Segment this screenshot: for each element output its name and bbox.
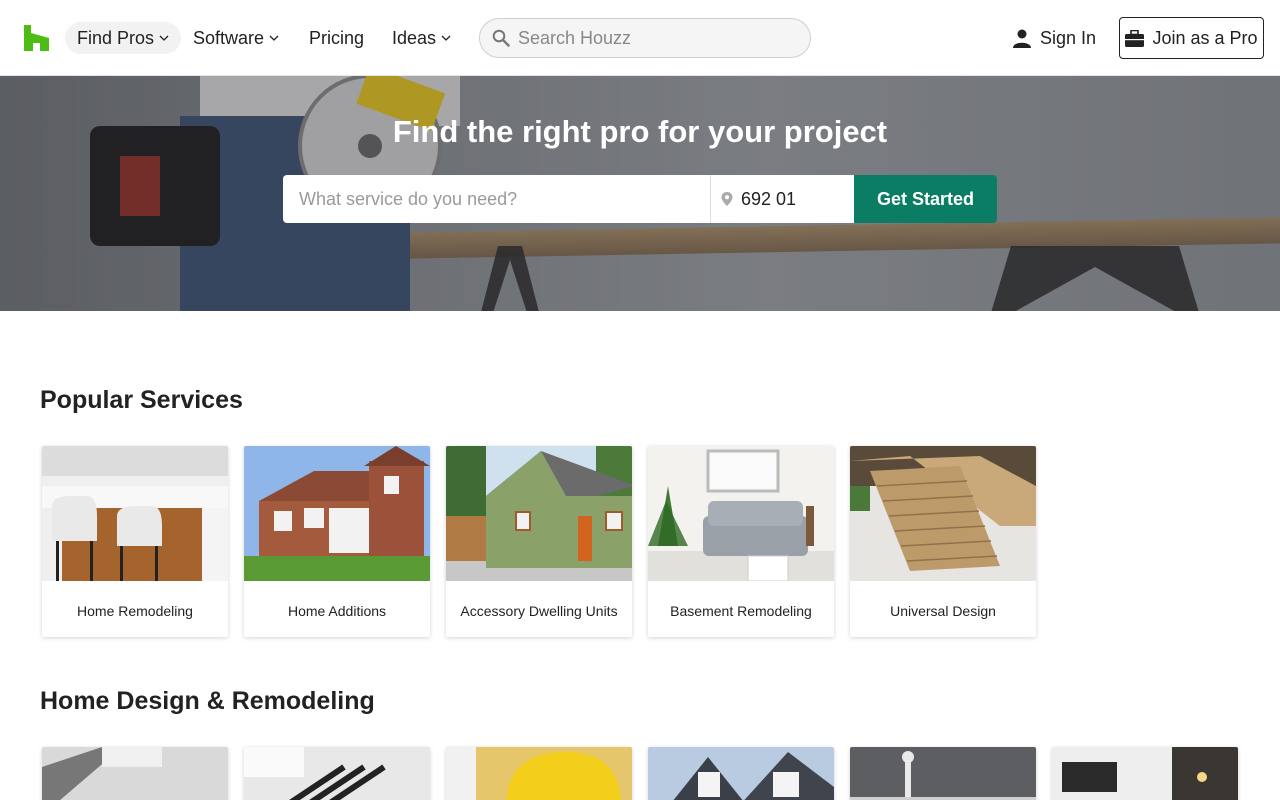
remodel-card-image <box>244 747 430 800</box>
remodel-card[interactable] <box>244 747 430 800</box>
sign-in-link[interactable]: Sign In <box>1012 22 1096 54</box>
location-pin-icon <box>721 192 733 206</box>
service-card-home-additions[interactable]: Home Additions <box>244 446 430 637</box>
service-input[interactable] <box>283 175 710 223</box>
chevron-down-icon <box>269 35 279 41</box>
remodel-card-image <box>446 747 632 800</box>
nav-pricing[interactable]: Pricing <box>309 22 364 54</box>
service-card-accessory-dwelling-units[interactable]: Accessory Dwelling Units <box>446 446 632 637</box>
houzz-logo-icon[interactable] <box>24 25 49 51</box>
remodel-card[interactable] <box>446 747 632 800</box>
find-pro-form: Get Started <box>283 175 997 223</box>
nav-software[interactable]: Software <box>193 22 279 54</box>
home-design-remodeling-title: Home Design & Remodeling <box>40 687 375 715</box>
nav-find-pros-label: Find Pros <box>77 27 155 48</box>
service-card-label: Home Additions <box>287 603 387 619</box>
remodel-card-image <box>42 747 228 800</box>
service-card-home-remodeling[interactable]: Home Remodeling <box>42 446 228 637</box>
hero-title: Find the right pro for your project <box>392 114 888 149</box>
nav-find-pros[interactable]: Find Pros <box>65 22 182 54</box>
hero-banner: Find the right pro for your project Get … <box>0 76 1280 311</box>
nav-ideas-label: Ideas <box>392 27 437 48</box>
remodel-card[interactable] <box>850 747 1036 800</box>
service-card-universal-design[interactable]: Universal Design <box>850 446 1036 637</box>
chevron-down-icon <box>159 35 169 41</box>
basement-remodeling-image <box>648 446 834 582</box>
briefcase-icon <box>1125 29 1145 47</box>
service-card-label: Basement Remodeling <box>670 603 812 619</box>
remodel-card-image <box>648 747 834 800</box>
search-input[interactable] <box>518 27 788 49</box>
user-icon <box>1013 29 1031 48</box>
accessory-dwelling-units-image <box>446 446 632 581</box>
popular-services-list: Home Remodeling Home Additions Accessory… <box>42 446 1052 637</box>
join-as-pro-label: Join as a Pro <box>1152 27 1258 48</box>
home-design-remodeling-list <box>42 747 1254 800</box>
get-started-button[interactable]: Get Started <box>854 175 997 223</box>
zip-field[interactable] <box>710 175 854 223</box>
nav-ideas[interactable]: Ideas <box>392 22 451 54</box>
remodel-card[interactable] <box>42 747 228 800</box>
remodel-card[interactable] <box>648 747 834 800</box>
chevron-down-icon <box>441 35 451 41</box>
sign-in-label: Sign In <box>1040 27 1097 48</box>
top-header: Find Pros Software Pricing Ideas Sign In… <box>0 0 1280 76</box>
service-card-basement-remodeling[interactable]: Basement Remodeling <box>648 446 834 637</box>
home-additions-image <box>244 446 430 581</box>
universal-design-image <box>850 446 1036 581</box>
service-card-label: Universal Design <box>890 603 996 619</box>
remodel-card[interactable] <box>1052 747 1238 800</box>
search-icon <box>492 29 510 47</box>
zip-input[interactable] <box>741 188 841 210</box>
home-remodeling-image <box>42 446 228 581</box>
remodel-card-image <box>1052 747 1238 800</box>
remodel-card-image <box>850 747 1036 800</box>
join-as-pro-button[interactable]: Join as a Pro <box>1119 17 1264 59</box>
popular-services-title: Popular Services <box>40 386 243 414</box>
service-card-label: Accessory Dwelling Units <box>460 603 618 619</box>
nav-pricing-label: Pricing <box>309 27 365 48</box>
nav-software-label: Software <box>193 27 265 48</box>
service-card-label: Home Remodeling <box>77 603 193 619</box>
site-search[interactable] <box>479 18 811 58</box>
